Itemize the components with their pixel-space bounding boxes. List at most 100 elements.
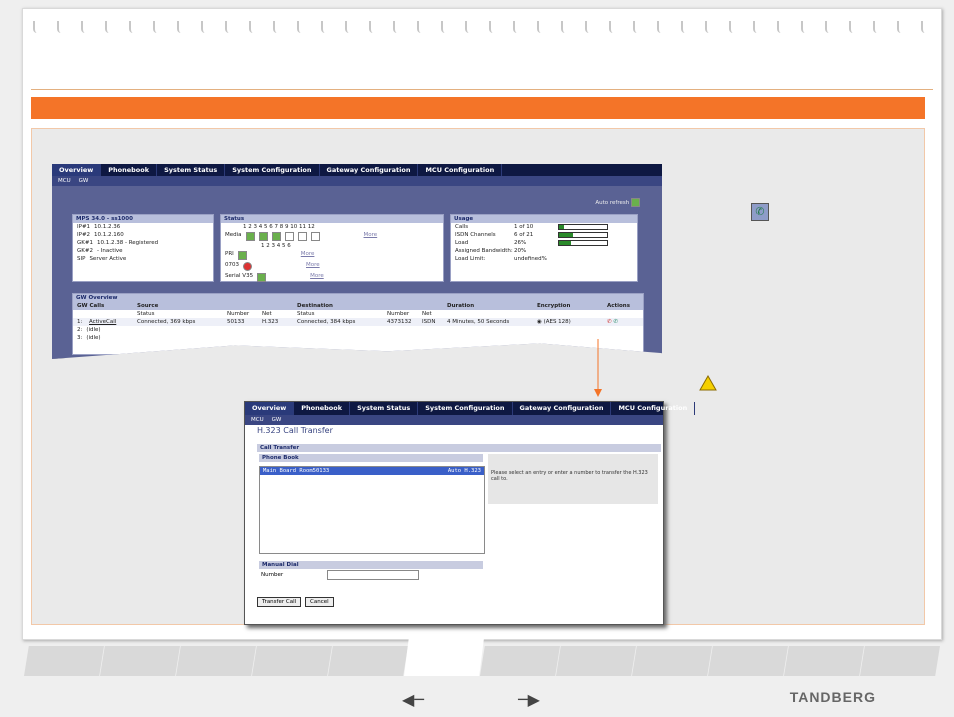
mps-value: - Inactive xyxy=(96,248,123,254)
media-check xyxy=(271,232,281,241)
active-call-link[interactable]: ActiveCall xyxy=(89,319,137,325)
col-gw-calls: GW Calls xyxy=(77,303,105,309)
lock-icon: ◉ xyxy=(537,319,542,325)
footer-tab[interactable] xyxy=(100,646,180,676)
mps-key: IP#1 xyxy=(77,224,91,230)
transfer-icon: ✆ xyxy=(751,203,769,221)
tab-system-configuration[interactable]: System Configuration xyxy=(418,402,513,415)
tab-gateway-configuration[interactable]: Gateway Configuration xyxy=(320,164,419,176)
page-title: H.323 Call Transfer xyxy=(257,426,333,435)
binder-ring xyxy=(105,21,114,33)
subnav-mcu[interactable]: MCU xyxy=(58,176,71,186)
auto-refresh: Auto refresh xyxy=(595,198,640,207)
media-check xyxy=(310,232,320,241)
binder-ring xyxy=(345,21,354,33)
footer-tab[interactable] xyxy=(784,646,864,676)
calls-value: 1 of 10 xyxy=(514,224,534,230)
binder-ring xyxy=(201,21,210,33)
v35-more-link[interactable]: More xyxy=(310,273,324,282)
tab-phonebook[interactable]: Phonebook xyxy=(101,164,158,176)
actions: ✆ ✆ xyxy=(607,319,618,325)
binder-ring xyxy=(321,21,330,33)
binder-ring xyxy=(609,21,618,33)
row-name: (idle) xyxy=(86,335,101,341)
subnav-gw[interactable]: GW xyxy=(79,176,89,186)
status-title: Status xyxy=(221,215,443,223)
sub-src-net: Net xyxy=(262,311,272,317)
hangup-icon[interactable]: ✆ xyxy=(607,319,612,325)
tab-gateway-configuration[interactable]: Gateway Configuration xyxy=(513,402,612,415)
footer-tab[interactable] xyxy=(404,638,484,676)
number-label: Number xyxy=(261,572,284,578)
tab-phonebook[interactable]: Phonebook xyxy=(294,402,351,415)
overview-screenshot: Overview Phonebook System Status System … xyxy=(52,164,662,359)
gw-title: GW Overview xyxy=(73,294,643,302)
footer-tab[interactable] xyxy=(252,646,332,676)
bandwidth-value: 20% xyxy=(514,248,527,254)
tab-bar: Overview Phonebook System Status System … xyxy=(245,402,696,415)
tab-mcu-configuration[interactable]: MCU Configuration xyxy=(418,164,503,176)
entry-name: Main Board Room50133 xyxy=(263,468,330,474)
media-more-link[interactable]: More xyxy=(364,232,378,241)
binder-ring xyxy=(729,21,738,33)
status-cols2: 1 2 3 4 5 6 xyxy=(261,243,291,249)
binder-ring xyxy=(681,21,690,33)
footer-tab[interactable] xyxy=(176,646,256,676)
cancel-button[interactable]: Cancel xyxy=(305,597,334,607)
src-net: H.323 xyxy=(262,319,279,325)
subnav-mcu[interactable]: MCU xyxy=(251,415,264,425)
footer-tab[interactable] xyxy=(708,646,788,676)
auto-refresh-checkbox[interactable] xyxy=(631,198,640,207)
footer-tab[interactable] xyxy=(328,646,408,676)
binder-ring xyxy=(273,21,282,33)
footer-tab[interactable] xyxy=(632,646,712,676)
transfer-call-button[interactable]: Transfer Call xyxy=(257,597,302,607)
binder-ring xyxy=(873,21,882,33)
mps-value: 10.1.2.38 - Registered xyxy=(96,240,159,246)
load-bar xyxy=(558,240,608,246)
load-limit-label: Load Limit: xyxy=(455,256,486,262)
media-check xyxy=(284,232,294,241)
number-input[interactable] xyxy=(327,570,419,580)
binder-ring xyxy=(369,21,378,33)
transfer-icon[interactable]: ✆ xyxy=(613,319,618,325)
mps-value: 10.1.2.160 xyxy=(94,232,124,238)
mps-value: Server Active xyxy=(89,256,127,262)
prev-arrow-icon[interactable]: ◀─ xyxy=(402,690,424,709)
tab-overview[interactable]: Overview xyxy=(52,164,102,176)
binder-ring xyxy=(153,21,162,33)
binder-ring xyxy=(297,21,306,33)
manual-dial-header: Manual Dial xyxy=(259,561,483,569)
row-index: 2: xyxy=(77,327,83,333)
pri-more-link[interactable]: More xyxy=(301,251,315,260)
sub-nav: MCU GW xyxy=(52,176,662,186)
mps-key: SIP xyxy=(77,256,86,262)
callout-arrow xyxy=(594,339,602,397)
binder-ring xyxy=(57,21,66,33)
tab-overview[interactable]: Overview xyxy=(245,402,295,415)
list-item[interactable]: Main Board Room50133 Auto H.323 xyxy=(260,467,484,475)
binder-ring xyxy=(537,21,546,33)
mps-key: IP#2 xyxy=(77,232,91,238)
binder-ring xyxy=(33,21,42,33)
phonebook-list[interactable]: Main Board Room50133 Auto H.323 xyxy=(259,466,485,554)
subnav-gw[interactable]: GW xyxy=(272,415,282,425)
tab-system-status[interactable]: System Status xyxy=(350,402,419,415)
brand-logo: TANDBERG xyxy=(789,689,876,705)
call-transfer-header: Call Transfer xyxy=(257,444,661,452)
next-arrow-icon[interactable]: ─▶ xyxy=(518,690,540,709)
pri-check xyxy=(237,251,247,260)
binder-ring xyxy=(921,21,930,33)
src-number: 50133 xyxy=(227,319,245,325)
footer-tab[interactable] xyxy=(24,646,104,676)
binder-ring xyxy=(849,21,858,33)
e703-more-link[interactable]: More xyxy=(306,262,320,271)
tab-mcu-configuration[interactable]: MCU Configuration xyxy=(611,402,696,415)
footer-tab[interactable] xyxy=(480,646,560,676)
binder-ring xyxy=(417,21,426,33)
footer-tab[interactable] xyxy=(860,646,940,676)
transfer-info: Please select an entry or enter a number… xyxy=(488,454,658,504)
footer-tab[interactable] xyxy=(556,646,636,676)
tab-system-configuration[interactable]: System Configuration xyxy=(225,164,320,176)
tab-system-status[interactable]: System Status xyxy=(157,164,226,176)
